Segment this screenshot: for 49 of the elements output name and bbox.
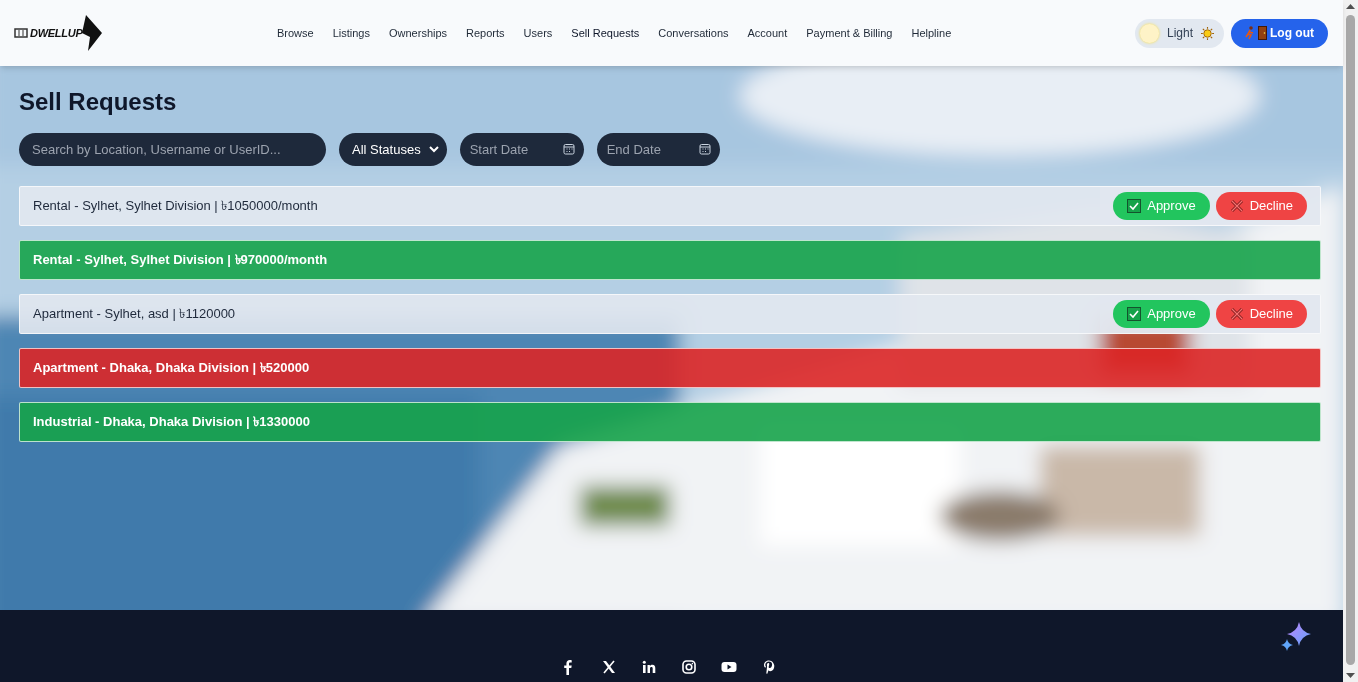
calendar-icon [562, 143, 575, 155]
cross-icon [1229, 307, 1244, 321]
scrollbar-thumb[interactable] [1346, 15, 1355, 665]
nav-link[interactable]: Conversations [658, 24, 729, 42]
status-dropdown[interactable]: All Statuses [339, 133, 447, 166]
door-icon [1258, 26, 1267, 40]
request-title: Rental - Sylhet, Sylhet Division | ৳1050000/month [32, 197, 318, 216]
decline-button[interactable]: Decline [1215, 192, 1307, 220]
nav-link[interactable]: Reports [466, 24, 505, 42]
logo[interactable]: DWELLUP [14, 15, 254, 51]
arrow-icon [82, 15, 103, 51]
instagram-icon[interactable] [680, 659, 697, 675]
start-date-field[interactable]: Start Date [459, 133, 584, 166]
linkedin-icon[interactable] [640, 659, 657, 675]
request-row[interactable]: Rental - Sylhet, Sylhet Division | ৳1050000/month Approve Decline [19, 186, 1321, 226]
checkbox-icon [1127, 199, 1142, 213]
nav-link[interactable]: Account [747, 24, 788, 42]
page-title: Sell Requests [19, 88, 178, 116]
search-field[interactable]: Search by Location, Username or UserID... [19, 133, 326, 166]
nav-link[interactable]: Listings [332, 24, 370, 42]
end-date-field[interactable]: End Date [596, 133, 720, 166]
request-row[interactable]: Apartment - Sylhet, asd | ৳1120000 Approve Decline [19, 294, 1321, 334]
decline-button[interactable]: Decline [1215, 300, 1307, 328]
logo-icon [14, 28, 28, 38]
running-person-icon [1245, 26, 1256, 40]
request-row[interactable]: Apartment - Dhaka, Dhaka Division | ৳520000 [19, 348, 1321, 388]
request-title: Industrial - Dhaka, Dhaka Division | ৳1330000 [32, 413, 310, 432]
logout-button[interactable]: Log out [1231, 18, 1328, 48]
youtube-icon[interactable] [720, 659, 737, 675]
sun-icon [1201, 26, 1214, 40]
theme-toggle[interactable]: Light [1135, 18, 1224, 48]
scroll-down-arrow-icon[interactable] [1346, 673, 1355, 678]
request-title: Apartment - Sylhet, asd | ৳1120000 [32, 305, 236, 324]
cross-icon [1229, 199, 1244, 213]
checkbox-icon [1127, 307, 1142, 321]
scroll-up-arrow-icon[interactable] [1346, 4, 1355, 9]
request-title: Rental - Sylhet, Sylhet Division | ৳970000/month [32, 251, 328, 270]
logo-text: DWELLUP [30, 25, 83, 41]
nav-link[interactable]: Helpline [911, 24, 952, 42]
nav-link[interactable]: Ownerships [389, 24, 448, 42]
request-title: Apartment - Dhaka, Dhaka Division | ৳520000 [32, 359, 310, 378]
nav-link[interactable]: Browse [277, 24, 314, 42]
x-icon[interactable] [600, 659, 617, 675]
scrollbar[interactable] [1343, 0, 1358, 682]
nav-link[interactable]: Sell Requests [571, 24, 640, 42]
chevron-down-icon [428, 146, 439, 153]
nav-link[interactable]: Payment & Billing [806, 24, 893, 42]
calendar-icon [698, 143, 711, 155]
nav-link[interactable]: Users [523, 24, 553, 42]
